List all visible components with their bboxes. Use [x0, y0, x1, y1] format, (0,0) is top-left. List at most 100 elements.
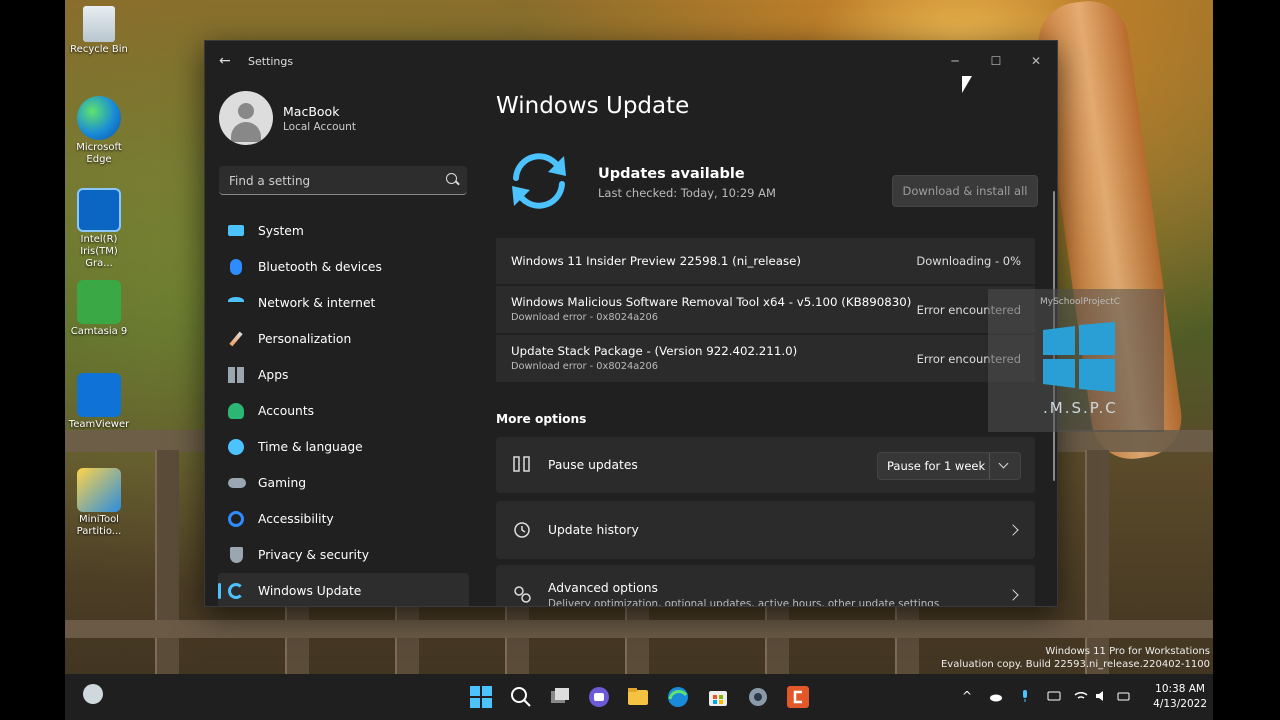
sidebar-nav: System Bluetooth & devices Network & int…	[218, 213, 469, 606]
desktop-icon-camtasia[interactable]: Camtasia 9	[68, 280, 130, 338]
watermark-overlay: MySchoolProjectC .M.S.P.C	[988, 289, 1164, 432]
file-explorer-icon[interactable]	[626, 685, 650, 709]
start-icon[interactable]	[469, 685, 493, 709]
sidebar-item-bluetooth[interactable]: Bluetooth & devices	[218, 249, 469, 285]
system-icon	[228, 225, 244, 236]
shield-icon	[230, 547, 243, 563]
clock-time: 10:38 AM	[1155, 683, 1205, 695]
globe-clock-icon	[228, 439, 244, 455]
desktop-icon-edge[interactable]: Microsoft Edge	[68, 96, 130, 166]
update-row: Windows Malicious Software Removal Tool …	[496, 286, 1035, 333]
clock-date: 4/13/2022	[1153, 698, 1207, 710]
update-history-row[interactable]: Update history	[496, 501, 1035, 559]
option-label: Advanced options	[548, 581, 658, 595]
search-icon[interactable]	[446, 173, 457, 184]
update-name: Update Stack Package - (Version 922.402.…	[511, 344, 798, 358]
option-description: Delivery optimization, optional updates,…	[548, 598, 940, 607]
pause-duration-dropdown[interactable]: Pause for 1 week	[877, 452, 1021, 480]
task-view-icon[interactable]	[549, 685, 573, 709]
volume-icon[interactable]	[1095, 689, 1109, 703]
update-error-detail: Download error - 0x8024a206	[511, 312, 658, 323]
desktop-icon-label: MiniTool Partitio...	[76, 514, 122, 537]
desktop-icon-recycle-bin[interactable]: Recycle Bin	[68, 6, 130, 56]
sidebar-item-apps[interactable]: Apps	[218, 357, 469, 393]
sidebar-item-network[interactable]: Network & internet	[218, 285, 469, 321]
page-title: Windows Update	[496, 93, 690, 119]
recycle-bin-icon	[83, 6, 115, 42]
chevron-right-icon	[1007, 524, 1019, 536]
chevron-right-icon	[1007, 589, 1019, 601]
sidebar-item-label: Network & internet	[258, 296, 376, 310]
sidebar-item-label: Apps	[258, 368, 289, 382]
build-text: Evaluation copy. Build 22593.ni_release.…	[940, 659, 1210, 670]
sidebar-item-accessibility[interactable]: Accessibility	[218, 501, 469, 537]
sync-status-icon	[512, 153, 566, 209]
window-title: Settings	[248, 55, 294, 68]
search-input[interactable]	[227, 170, 441, 192]
bluetooth-icon	[230, 259, 242, 275]
more-options-heading: More options	[496, 412, 587, 426]
update-row: Update Stack Package - (Version 922.402.…	[496, 335, 1035, 382]
desktop-icon-intel-graphics[interactable]: Intel(R) Iris(TM) Gra...	[68, 188, 130, 270]
chevron-up-icon[interactable]: ^	[962, 689, 976, 703]
taskbar-clock[interactable]: 10:38 AM 4/13/2022	[1153, 682, 1207, 712]
wallpaper-fence-rail	[65, 620, 1213, 638]
edge-icon	[77, 96, 121, 140]
chat-icon[interactable]	[587, 685, 611, 709]
sidebar-item-time-language[interactable]: Time & language	[218, 429, 469, 465]
sidebar-item-privacy-security[interactable]: Privacy & security	[218, 537, 469, 573]
avatar-body	[231, 122, 261, 142]
search-box[interactable]	[219, 166, 467, 195]
last-checked-text: Last checked: Today, 10:29 AM	[598, 186, 776, 200]
back-arrow-icon[interactable]: ←	[219, 53, 231, 69]
sidebar-item-windows-update[interactable]: Windows Update	[218, 573, 469, 606]
sidebar-item-label: System	[258, 224, 304, 238]
sidebar-item-label: Time & language	[258, 440, 363, 454]
wifi-icon[interactable]	[1074, 689, 1088, 703]
settings-icon[interactable]	[746, 685, 770, 709]
edition-text: Windows 11 Pro for Workstations	[1045, 646, 1210, 657]
microphone-icon[interactable]	[1018, 689, 1032, 703]
chevron-down-icon[interactable]	[998, 458, 1009, 469]
battery-icon[interactable]	[1117, 689, 1131, 703]
update-name: Windows 11 Insider Preview 22598.1 (ni_r…	[511, 254, 801, 268]
avatar[interactable]	[219, 91, 273, 145]
weather-widget-icon[interactable]	[83, 684, 103, 704]
sidebar-item-system[interactable]: System	[218, 213, 469, 249]
mouse-cursor-icon	[962, 76, 972, 93]
advanced-options-row[interactable]: Advanced options Delivery optimization, …	[496, 565, 1035, 607]
accessibility-icon	[228, 511, 244, 527]
desktop-icon-label: Microsoft Edge	[76, 142, 122, 165]
download-install-all-button[interactable]: Download & install all	[892, 175, 1038, 207]
sidebar-item-label: Accessibility	[258, 512, 334, 526]
update-status: Downloading - 0%	[916, 254, 1021, 268]
sidebar-item-label: Personalization	[258, 332, 352, 346]
sidebar-item-personalization[interactable]: Personalization	[218, 321, 469, 357]
edge-icon[interactable]	[666, 685, 690, 709]
camtasia-icon	[77, 280, 121, 324]
update-status-title: Updates available	[598, 166, 745, 182]
desktop-icon-minitool[interactable]: MiniTool Partitio...	[68, 468, 130, 538]
settings-window: ← Settings ─ ☐ ✕ MacBook Local Account S…	[204, 40, 1058, 607]
onedrive-icon[interactable]	[989, 689, 1003, 703]
avatar-head	[238, 103, 254, 119]
activation-watermark: Windows 11 Pro for Workstations Evaluati…	[941, 645, 1210, 671]
store-icon[interactable]	[706, 685, 730, 709]
desktop-icon-label: Camtasia 9	[70, 326, 128, 337]
brush-icon	[229, 331, 243, 347]
search-icon[interactable]	[509, 685, 533, 709]
apps-icon	[228, 367, 244, 383]
wallpaper-fence-post	[155, 450, 179, 680]
sync-icon	[228, 583, 244, 599]
taskbar: ^ 10:38 AM 4/13/2022	[65, 674, 1213, 720]
dropdown-divider	[989, 453, 990, 479]
option-label: Update history	[548, 523, 639, 537]
desktop-icon-teamviewer[interactable]: TeamViewer	[68, 373, 130, 431]
teamviewer-icon	[77, 373, 121, 417]
keyboard-icon[interactable]	[1047, 689, 1061, 703]
sidebar-item-gaming[interactable]: Gaming	[218, 465, 469, 501]
camtasia-icon[interactable]	[786, 685, 810, 709]
option-label: Pause updates	[548, 458, 638, 472]
sidebar-item-accounts[interactable]: Accounts	[218, 393, 469, 429]
wifi-icon	[228, 297, 244, 305]
